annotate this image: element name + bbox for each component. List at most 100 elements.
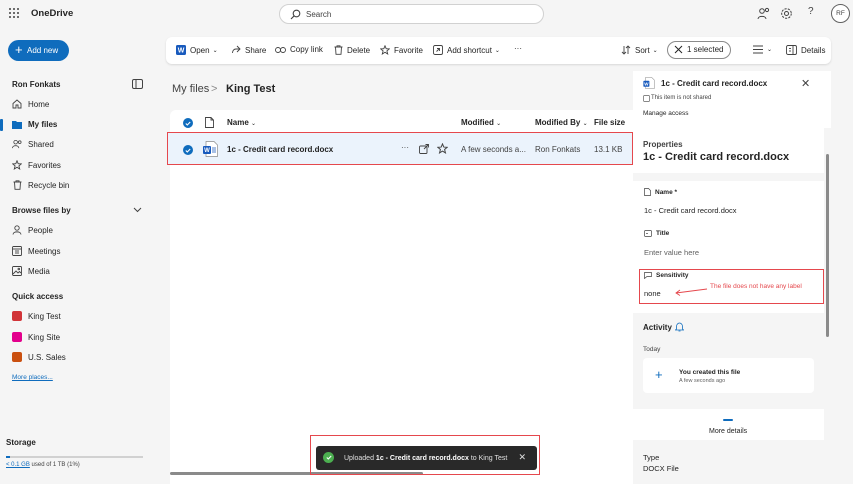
sort-icon <box>621 45 631 55</box>
quick-item-king-site[interactable]: King Site <box>12 329 60 345</box>
nav-item-people[interactable]: People <box>12 222 53 238</box>
app-name[interactable]: OneDrive <box>31 8 73 19</box>
type-label: Type <box>643 453 660 462</box>
star-icon <box>380 45 390 55</box>
nav-item-meetings[interactable]: Meetings <box>12 243 60 259</box>
open-button[interactable]: W Open ⌄ <box>176 45 218 55</box>
collapse-nav-icon[interactable] <box>132 79 143 89</box>
chevron-down-icon[interactable] <box>133 207 142 213</box>
row-share-icon[interactable] <box>419 144 429 154</box>
close-toast-icon[interactable]: ✕ <box>518 452 526 463</box>
file-name-link[interactable]: 1c - Credit card record.docx <box>227 145 333 154</box>
search-box[interactable]: Search <box>279 4 544 24</box>
title-field-label: Title <box>644 230 669 237</box>
more-places-link[interactable]: More places... <box>12 374 53 381</box>
file-list <box>170 110 633 484</box>
chevron-down-icon: ⌄ <box>494 47 500 54</box>
view-options-button[interactable]: ⌄ <box>753 45 772 54</box>
breadcrumb-separator: > <box>211 83 218 95</box>
name-field[interactable]: 1c - Credit card record.docx <box>644 206 737 215</box>
select-all-checkbox[interactable] <box>183 118 193 128</box>
name-field-label: Name * <box>644 188 677 196</box>
clear-selection-button[interactable]: 1 selected <box>674 45 723 54</box>
row-favorite-star-icon[interactable] <box>437 143 448 154</box>
nav-user-name: Ron Fonkats <box>12 80 61 89</box>
storage-bar <box>6 456 143 458</box>
manage-access-link[interactable]: Manage access <box>643 110 689 117</box>
row-checkbox[interactable] <box>183 145 193 155</box>
word-document-icon: W <box>643 77 655 89</box>
activity-title: Activity <box>643 323 672 332</box>
settings-gear-icon[interactable] <box>780 7 793 20</box>
more-details-link[interactable]: More details <box>709 428 747 435</box>
shortcut-icon <box>433 45 443 55</box>
quick-item-king-test[interactable]: King Test <box>12 308 61 324</box>
breadcrumb-my-files[interactable]: My files <box>172 83 209 95</box>
add-new-button[interactable]: + Add new <box>8 40 69 61</box>
nav-item-favorites[interactable]: Favorites <box>12 157 61 173</box>
word-icon: W <box>176 45 186 55</box>
sort-button[interactable]: Sort ⌄ <box>621 45 658 55</box>
active-indicator <box>0 119 3 131</box>
link-icon <box>275 46 286 54</box>
details-file-name: 1c - Credit card record.docx <box>661 79 768 88</box>
row-modified: A few seconds a... <box>461 145 526 154</box>
section-divider <box>633 173 824 181</box>
storage-text: < 0.1 GB used of 1 TB (1%) <box>6 462 80 468</box>
vertical-scrollbar[interactable] <box>826 154 829 337</box>
word-document-icon: W <box>203 141 218 157</box>
nav-item-media[interactable]: Media <box>12 263 50 279</box>
details-button[interactable]: Details <box>786 45 825 55</box>
nav-item-recycle-bin[interactable]: Recycle bin <box>12 177 69 193</box>
folder-icon <box>12 120 22 129</box>
close-details-icon[interactable]: ✕ <box>801 77 810 90</box>
storage-used-link[interactable]: < 0.1 GB <box>6 462 30 468</box>
add-new-label: Add new <box>27 46 59 55</box>
nav-item-shared[interactable]: Shared <box>12 136 54 152</box>
browse-files-title[interactable]: Browse files by <box>12 206 71 215</box>
sharing-status: This item is not shared <box>651 95 712 101</box>
text-field-icon <box>644 230 652 237</box>
file-type-icon <box>205 117 214 128</box>
bell-icon[interactable] <box>675 322 684 332</box>
help-icon[interactable]: ? <box>808 6 814 17</box>
svg-text:W: W <box>644 81 649 86</box>
annotation-arrow <box>674 286 708 296</box>
quick-access-title: Quick access <box>12 292 64 301</box>
storage-fill <box>6 456 10 458</box>
chevron-down-icon: ⌄ <box>212 47 218 54</box>
row-more-button[interactable]: ··· <box>401 143 409 152</box>
nav-item-my-files[interactable]: My files <box>12 116 57 132</box>
user-avatar[interactable]: RF <box>831 4 850 23</box>
share-button[interactable]: Share <box>231 45 266 55</box>
title-field[interactable]: Enter value here <box>644 248 699 257</box>
search-icon <box>290 9 301 20</box>
copy-link-button[interactable]: Copy link <box>275 45 323 54</box>
column-header-name[interactable]: Name ⌄ <box>227 118 256 127</box>
image-icon <box>12 266 22 276</box>
calendar-icon <box>12 246 22 256</box>
add-shortcut-button[interactable]: Add shortcut ⌄ <box>433 45 500 55</box>
success-check-icon <box>323 452 334 463</box>
delete-button[interactable]: Delete <box>334 45 370 55</box>
storage-title: Storage <box>6 438 36 447</box>
app-launcher-icon[interactable] <box>8 7 20 19</box>
more-commands-button[interactable]: ··· <box>514 44 522 53</box>
column-header-modified-by[interactable]: Modified By ⌄ <box>535 118 588 127</box>
favorite-button[interactable]: Favorite <box>380 45 423 55</box>
lock-icon <box>643 95 650 102</box>
properties-label: Properties <box>643 140 683 149</box>
column-header-file-size[interactable]: File size <box>594 118 633 127</box>
activity-date-group: Today <box>643 346 661 353</box>
chevron-down-icon: ⌄ <box>652 47 658 54</box>
expand-handle[interactable] <box>723 419 733 421</box>
column-header-modified[interactable]: Modified ⌄ <box>461 118 501 127</box>
sensitivity-field-label: Sensitivity <box>644 272 689 279</box>
quick-item-us-sales[interactable]: U.S. Sales <box>12 349 66 365</box>
nav-item-home[interactable]: Home <box>12 96 49 112</box>
row-modified-by[interactable]: Ron Fonkats <box>535 145 580 154</box>
share-people-icon[interactable] <box>757 7 770 20</box>
close-icon <box>674 45 683 54</box>
more-details-section <box>633 409 824 440</box>
tag-icon <box>644 272 652 279</box>
